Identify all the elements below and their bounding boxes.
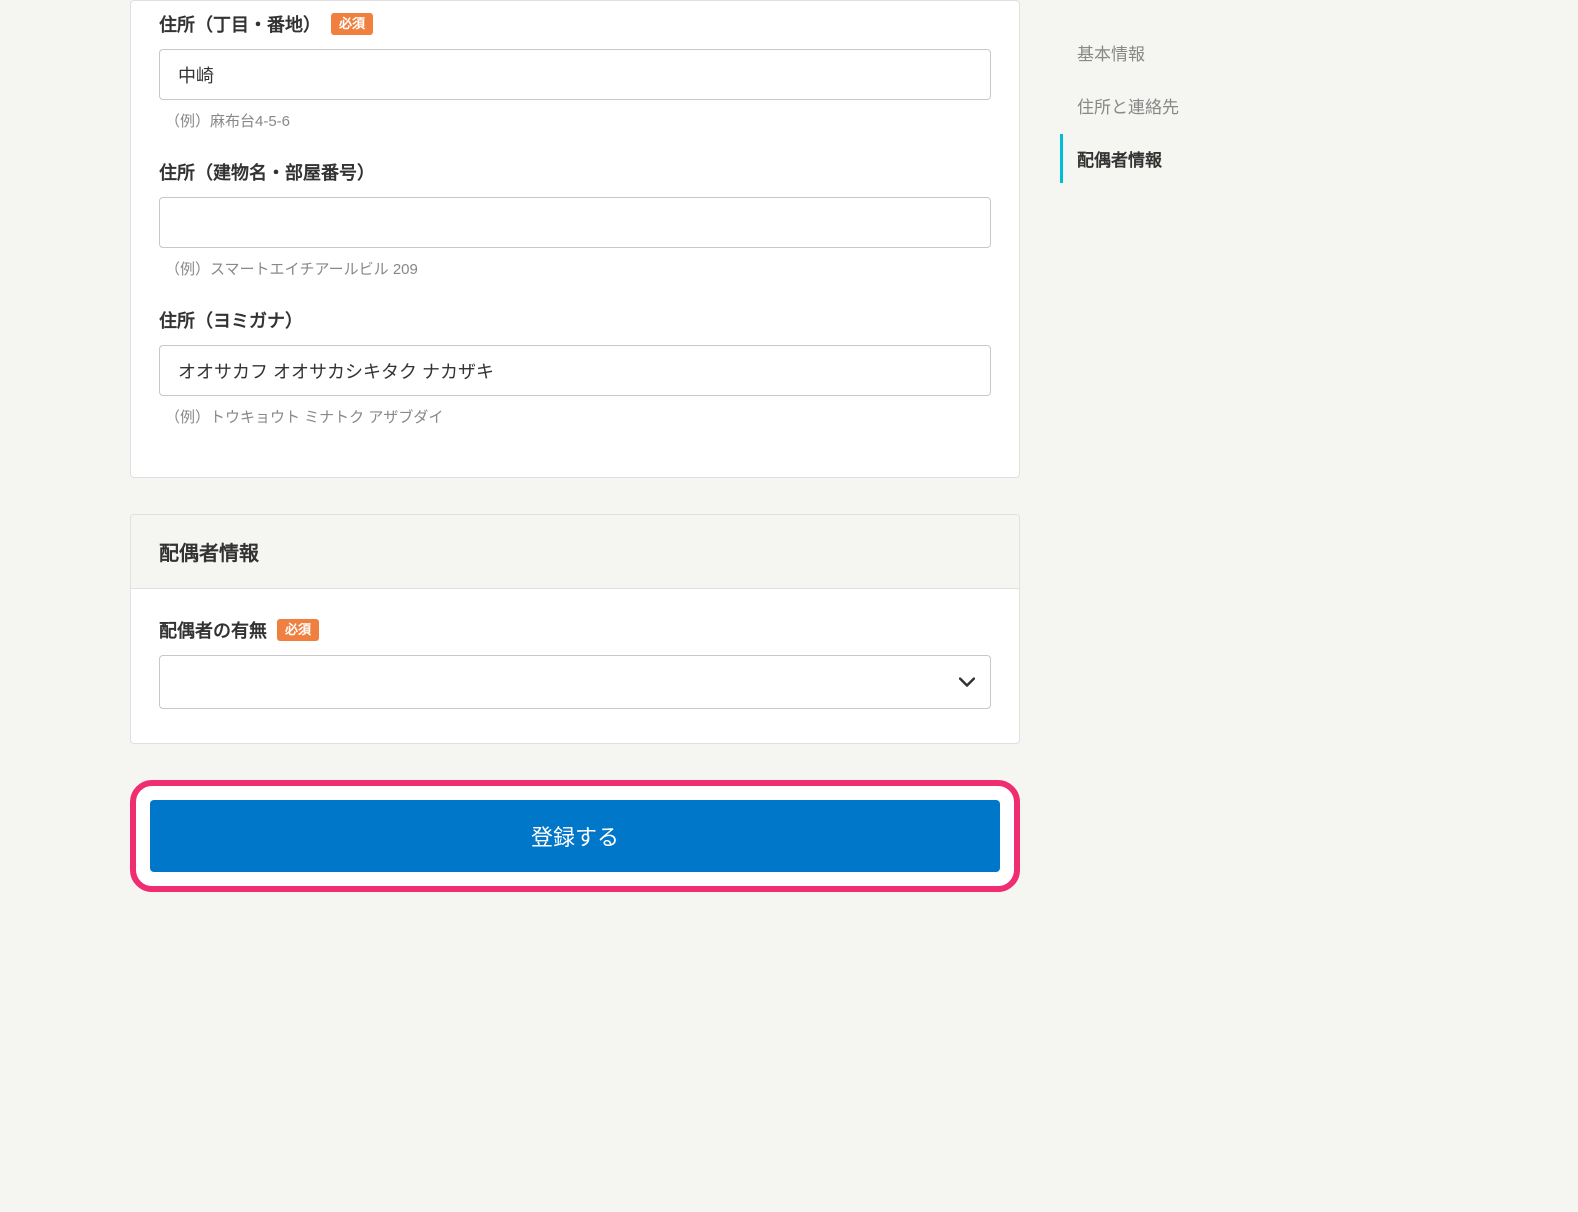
spouse-presence-label: 配偶者の有無 — [159, 617, 267, 643]
spouse-card: 配偶者情報 配偶者の有無 必須 — [130, 514, 1020, 744]
spouse-section-header: 配偶者情報 — [131, 515, 1019, 589]
street-group: 住所（丁目・番地） 必須 （例）麻布台4-5-6 — [159, 11, 991, 131]
yomi-group: 住所（ヨミガナ） （例）トウキョウト ミナトク アザブダイ — [159, 307, 991, 427]
yomi-help: （例）トウキョウト ミナトク アザブダイ — [159, 406, 991, 427]
sidebar-item-basic[interactable]: 基本情報 — [1060, 28, 1260, 77]
spouse-section-title: 配偶者情報 — [159, 537, 991, 566]
submit-button[interactable]: 登録する — [150, 800, 1000, 872]
building-input[interactable] — [159, 197, 991, 248]
required-badge: 必須 — [277, 619, 319, 641]
sidebar-nav: 基本情報 住所と連絡先 配偶者情報 — [1040, 0, 1280, 932]
address-card: 住所（丁目・番地） 必須 （例）麻布台4-5-6 住所（建物名・部屋番号） （例… — [130, 0, 1020, 478]
yomi-label: 住所（ヨミガナ） — [159, 307, 303, 333]
spouse-presence-group: 配偶者の有無 必須 — [159, 617, 991, 709]
building-group: 住所（建物名・部屋番号） （例）スマートエイチアールビル 209 — [159, 159, 991, 279]
street-label: 住所（丁目・番地） — [159, 11, 321, 37]
yomi-input[interactable] — [159, 345, 991, 396]
spouse-presence-select[interactable] — [159, 655, 991, 709]
building-label: 住所（建物名・部屋番号） — [159, 159, 375, 185]
submit-highlight: 登録する — [130, 780, 1020, 892]
required-badge: 必須 — [331, 13, 373, 35]
sidebar-item-spouse[interactable]: 配偶者情報 — [1060, 134, 1260, 183]
street-input[interactable] — [159, 49, 991, 100]
sidebar-item-address[interactable]: 住所と連絡先 — [1060, 81, 1260, 130]
building-help: （例）スマートエイチアールビル 209 — [159, 258, 991, 279]
street-help: （例）麻布台4-5-6 — [159, 110, 991, 131]
